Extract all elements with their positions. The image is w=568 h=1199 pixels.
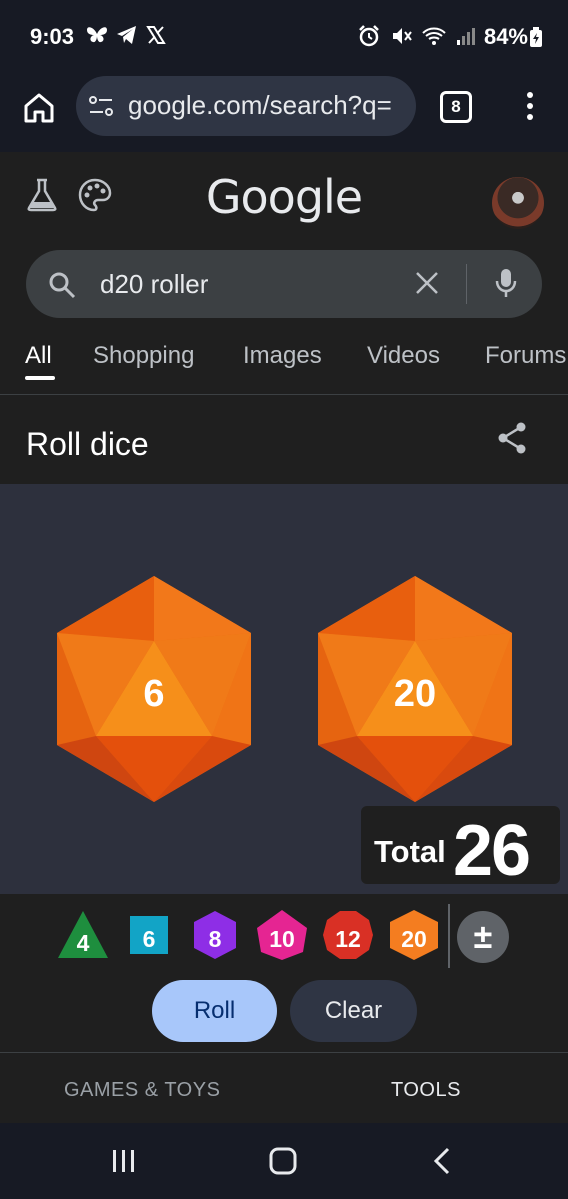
status-bar: 9:03 84%: [0, 0, 568, 74]
wifi-icon: [422, 27, 446, 45]
site-settings-icon[interactable]: [88, 95, 114, 117]
d12-label: 12: [335, 926, 361, 952]
search-divider: [466, 264, 467, 304]
account-avatar[interactable]: [492, 177, 544, 229]
die-result-1[interactable]: 6: [54, 576, 254, 806]
search-tabs: All Shopping Images Videos Forums: [0, 330, 568, 395]
tab-forums[interactable]: Forums: [485, 342, 566, 370]
games-toys-link[interactable]: GAMES & TOYS: [64, 1079, 220, 1102]
add-d20-button[interactable]: 20: [387, 908, 441, 962]
signal-icon: [457, 28, 475, 45]
home-icon[interactable]: [22, 91, 56, 125]
battery-indicator: 84%: [484, 24, 542, 50]
url-text: google.com/search?q=: [128, 90, 392, 120]
x-icon: [146, 26, 166, 44]
d4-label: 4: [76, 930, 90, 956]
add-d6-button[interactable]: 6: [122, 908, 176, 962]
d6-label: 6: [142, 926, 156, 952]
die-result-2[interactable]: 20: [315, 576, 515, 806]
total-display: Total 26: [361, 806, 560, 891]
tools-link[interactable]: TOOLS: [391, 1079, 461, 1102]
total-label: Total: [374, 834, 446, 869]
selector-divider: [448, 904, 450, 968]
clear-search-icon[interactable]: [414, 270, 440, 296]
active-tab-indicator: [25, 376, 55, 380]
roll-button[interactable]: Roll: [152, 980, 277, 1042]
d10-label: 10: [269, 926, 295, 952]
tab-images[interactable]: Images: [243, 342, 322, 370]
butterfly-icon: [87, 27, 107, 43]
more-options-icon[interactable]: [520, 89, 540, 123]
total-value: 26: [453, 811, 531, 891]
address-bar[interactable]: google.com/search?q=: [76, 76, 416, 136]
die-value: 6: [143, 673, 165, 715]
card-title: Roll dice: [26, 426, 149, 462]
navigation-bar: [0, 1123, 568, 1199]
google-logo[interactable]: Google: [0, 170, 568, 224]
tab-all[interactable]: All: [25, 342, 52, 370]
google-header: Google: [0, 152, 568, 250]
add-d8-button[interactable]: 8: [188, 908, 242, 962]
add-d4-button[interactable]: 4: [56, 908, 110, 962]
tab-videos[interactable]: Videos: [367, 342, 440, 370]
battery-icon: [530, 27, 542, 47]
share-icon[interactable]: [496, 421, 528, 455]
system-icons: [358, 25, 476, 47]
d8-label: 8: [208, 926, 222, 952]
telegram-icon: [117, 26, 136, 44]
tab-shopping[interactable]: Shopping: [93, 342, 194, 370]
d20-label: 20: [401, 926, 427, 952]
mute-icon: [393, 28, 412, 44]
modifier-button[interactable]: ±: [457, 911, 509, 963]
battery-percent: 84%: [483, 24, 528, 49]
browser-toolbar: google.com/search?q= 8: [0, 74, 568, 153]
microphone-icon[interactable]: [494, 267, 518, 299]
tab-switcher-button[interactable]: 8: [440, 91, 472, 123]
back-icon[interactable]: [430, 1146, 454, 1176]
add-d12-button[interactable]: 12: [321, 908, 375, 962]
dice-selector: 4 6 8 10 12 20 ± Roll Clear: [0, 894, 568, 1053]
search-input[interactable]: [100, 266, 400, 302]
recent-apps-icon[interactable]: [110, 1147, 138, 1175]
add-d10-button[interactable]: 10: [255, 908, 309, 962]
clear-button[interactable]: Clear: [290, 980, 417, 1042]
status-time: 9:03: [30, 24, 75, 49]
search-box: [26, 250, 542, 318]
die-value: 20: [393, 673, 437, 715]
home-nav-icon[interactable]: [268, 1146, 298, 1176]
alarm-icon: [359, 25, 379, 47]
notification-icons: [86, 25, 166, 45]
search-icon[interactable]: [48, 271, 76, 299]
footer-links: GAMES & TOYS TOOLS: [0, 1053, 568, 1123]
